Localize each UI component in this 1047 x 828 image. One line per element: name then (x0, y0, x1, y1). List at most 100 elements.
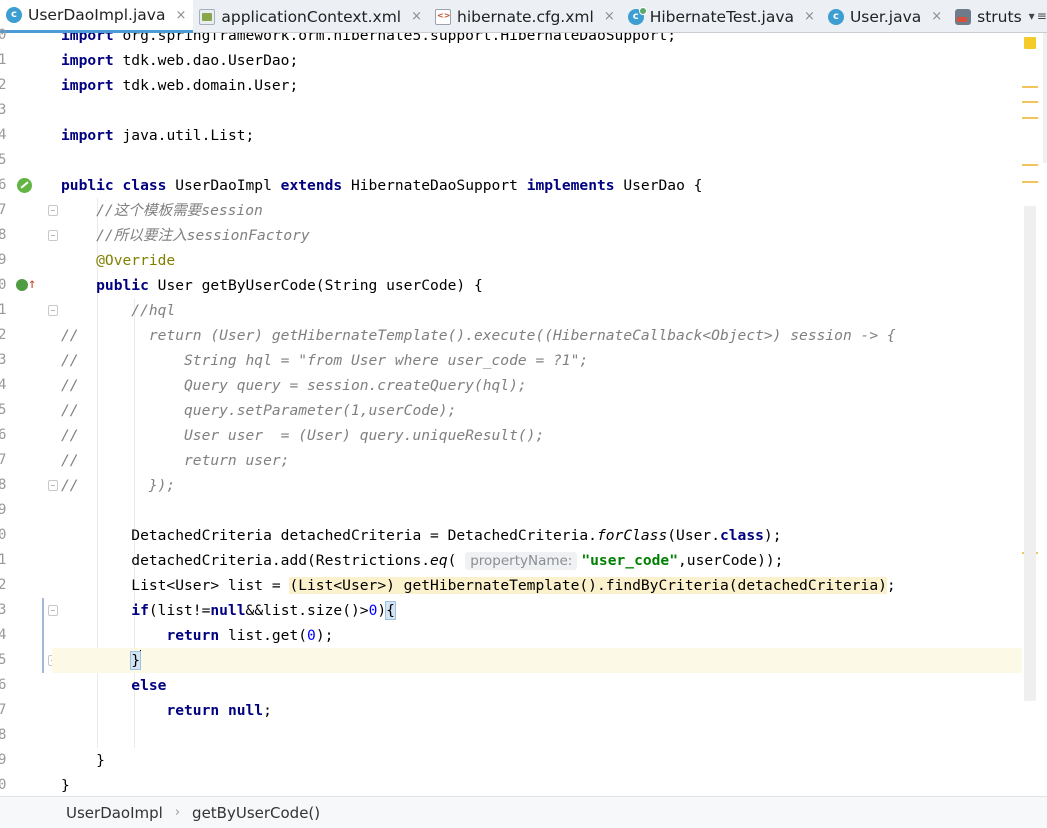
code-text: ; (886, 577, 896, 594)
matched-brace: { (385, 601, 396, 620)
comment: // Query query = session.createQuery(hql… (61, 377, 527, 394)
code-line: else (52, 673, 1022, 698)
vcs-change-marker[interactable] (42, 598, 44, 673)
close-icon[interactable]: × (604, 9, 615, 24)
inspection-status-icon[interactable] (1024, 37, 1036, 49)
keyword: extends (280, 177, 351, 194)
line-number: 7 (0, 202, 7, 218)
arrow-up-icon: ↑ (28, 276, 37, 292)
line-number: 5 (0, 652, 7, 668)
breadcrumb: UserDaoImpl › getByUserCode() (0, 796, 1047, 828)
gutter-line: 2 (0, 573, 52, 598)
close-icon[interactable]: × (804, 9, 815, 24)
spring-bean-icon[interactable] (17, 178, 32, 193)
tab-label: applicationContext.xml (221, 7, 402, 26)
keyword: class (719, 527, 764, 544)
tab-struts[interactable]: struts (949, 0, 1029, 33)
comment: // User user = (User) query.uniqueResult… (61, 427, 545, 444)
line-number: 9 (0, 502, 7, 518)
line-number: 6 (0, 177, 7, 193)
code-line: // return (User) getHibernateTemplate().… (52, 323, 1022, 348)
warning-marker[interactable] (1022, 164, 1038, 166)
keyword: public (61, 277, 158, 294)
keyword: return (166, 627, 228, 644)
annotation: @Override (61, 252, 176, 269)
code-text: ; (263, 702, 272, 719)
line-number: 8 (0, 227, 7, 243)
code-text: ); (763, 527, 782, 544)
warning-marker[interactable] (1022, 86, 1038, 88)
comment: // }); (61, 477, 176, 494)
gutter-line: 7 (0, 698, 52, 723)
code-line: // User user = (User) query.uniqueResult… (52, 423, 1022, 448)
gutter-line: 5 (0, 148, 52, 173)
gutter-line: 2 (0, 73, 52, 98)
keyword: implements (526, 177, 624, 194)
line-number: 7 (0, 452, 7, 468)
comment: // query.setParameter(1,userCode); (61, 402, 457, 419)
gutter-line: 1 (0, 48, 52, 73)
tab-label: User.java (849, 7, 922, 26)
breadcrumb-method[interactable]: getByUserCode() (192, 804, 320, 822)
code-line: // String hql = "from User where user_co… (52, 348, 1022, 373)
code-line: } (52, 748, 1022, 773)
implements-method-icon[interactable] (16, 279, 28, 291)
code-line: import java.util.List; (52, 123, 1022, 148)
gutter-line: 6 (0, 423, 52, 448)
close-icon[interactable]: × (175, 8, 186, 23)
code-line: import tdk.web.dao.UserDao; (52, 48, 1022, 73)
keyword: import (61, 77, 123, 94)
code-line: DetachedCriteria detachedCriteria = Deta… (52, 523, 1022, 548)
code-text: UserDao { (623, 177, 703, 194)
number-literal: 0 (307, 627, 316, 644)
comment: //这个模板需要session (61, 202, 263, 219)
line-gutter[interactable]: 0 1 2 3 4 5 6 7 8 9 0 ↑ 1 2 3 4 5 6 7 8 9… (0, 27, 58, 798)
gutter-line: 0 (0, 773, 52, 798)
line-number: 1 (0, 302, 7, 318)
static-method: eq (430, 552, 448, 569)
line-number: 5 (0, 402, 7, 418)
code-line: import org.springframework.orm.hibernate… (52, 33, 1022, 48)
gutter-line: 6 (0, 673, 52, 698)
code-line: } (52, 773, 1022, 796)
line-number: 9 (0, 252, 7, 268)
code-line: public class UserDaoImpl extends Hiberna… (52, 173, 1022, 198)
code-line: return null; (52, 698, 1022, 723)
code-text: java.util.List; (122, 127, 255, 144)
close-icon[interactable]: × (931, 9, 942, 24)
code-line: // Query query = session.createQuery(hql… (52, 373, 1022, 398)
line-number: 4 (0, 627, 7, 643)
tab-hibernate-cfg[interactable]: hibernate.cfg.xml × (429, 0, 622, 33)
code-text: List<User> list = (61, 577, 290, 594)
code-editor[interactable]: import org.springframework.orm.hibernate… (52, 33, 1022, 796)
comment: // return user; (61, 452, 290, 469)
tab-label: UserDaoImpl.java (28, 6, 166, 24)
code-text: detachedCriteria.add(Restrictions. (61, 552, 431, 569)
scrollbar-thumb[interactable] (1024, 206, 1036, 701)
tab-hibernatetest[interactable]: c HibernateTest.java × (622, 0, 822, 33)
code-text: (User. (667, 527, 720, 544)
tab-applicationcontext[interactable]: applicationContext.xml × (193, 0, 429, 33)
line-number: 7 (0, 702, 7, 718)
close-icon[interactable]: × (411, 9, 422, 24)
line-number: 2 (0, 327, 7, 343)
warning-marker[interactable] (1022, 117, 1038, 119)
gutter-line: 1 (0, 298, 58, 323)
tab-overflow-button[interactable]: ▾ ≡ 1 (1029, 0, 1047, 32)
tab-user[interactable]: c User.java × (822, 0, 949, 33)
gutter-line: 3 (0, 98, 52, 123)
gutter-line: 4 (0, 623, 52, 648)
code-text: } (61, 777, 70, 794)
warning-marker[interactable] (1022, 101, 1038, 103)
code-line: if(list!=null&&list.size()>0){ (52, 598, 1022, 623)
gutter-line: 9 (0, 748, 52, 773)
code-line: import tdk.web.domain.User; (52, 73, 1022, 98)
breadcrumb-class[interactable]: UserDaoImpl (66, 804, 163, 822)
warning-marker[interactable] (1022, 181, 1038, 183)
code-line: public User getByUserCode(String userCod… (52, 273, 1022, 298)
keyword: else (131, 677, 167, 694)
warning-highlight[interactable]: (List<User>) getHibernateTemplate().find… (289, 577, 887, 594)
comment: //hql (61, 302, 176, 319)
